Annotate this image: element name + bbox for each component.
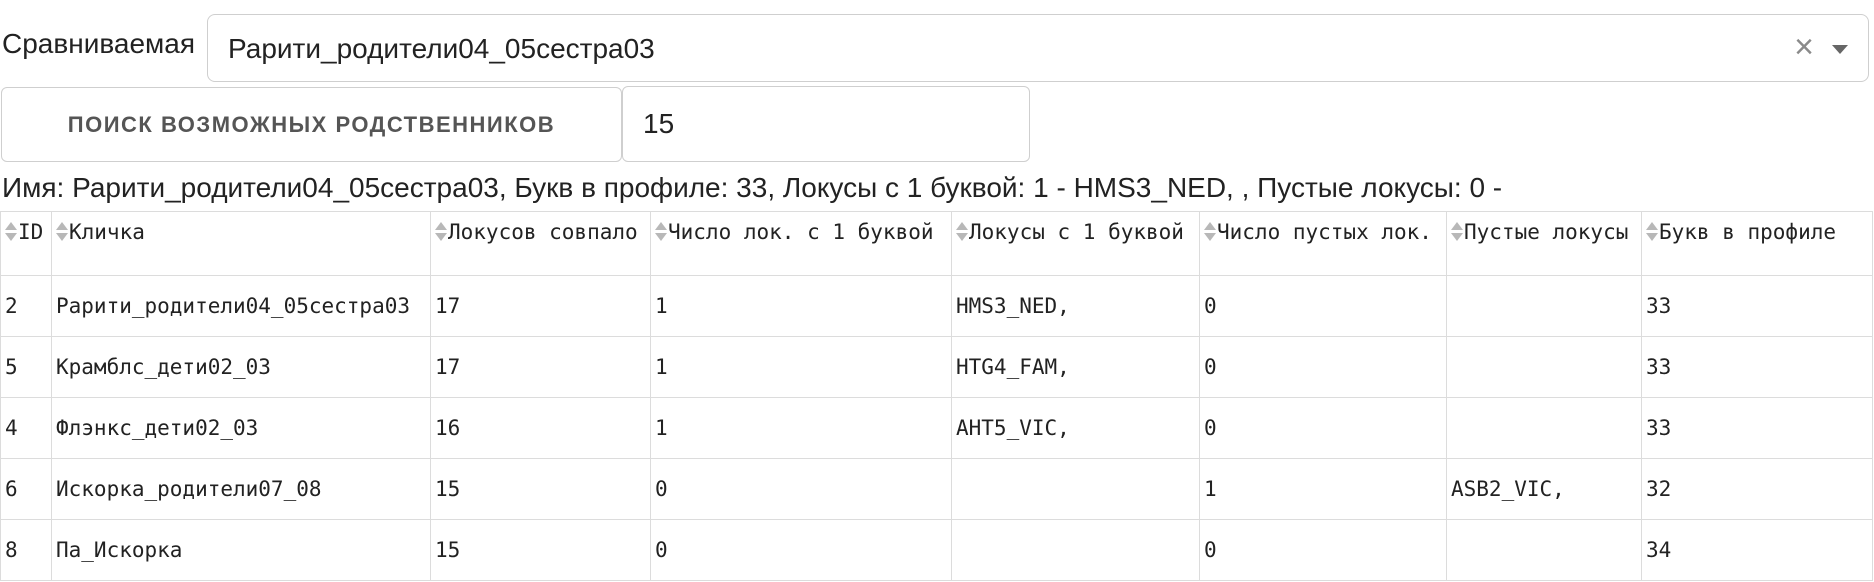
table-row[interactable]: 8 Па_Искорка 15 0 0 34 [0, 519, 1873, 581]
table-cell-letters-in-profile: 33 [1641, 275, 1873, 337]
table-cell-single-letter-loci: AHT5_VIC, [951, 397, 1200, 459]
clear-icon[interactable]: × [1794, 27, 1814, 67]
table-cell-matched-loci: 17 [430, 336, 651, 398]
table-cell-empty-loci [1446, 519, 1642, 581]
compare-label: Сравниваемая [2, 28, 196, 59]
compare-select[interactable]: Рарити_родители04_05сестра03 × [207, 14, 1869, 82]
column-header-single-letter-count[interactable]: Число лок. с 1 буквой [650, 211, 952, 276]
sort-icon[interactable] [1646, 222, 1658, 244]
column-header-label: Число лок. с 1 буквой [668, 220, 934, 244]
profile-summary: Имя: Рарити_родители04_05сестра03, Букв … [2, 172, 1503, 203]
table-cell-single-letter-count: 1 [650, 275, 952, 337]
column-header-label: Число пустых лок. [1217, 220, 1432, 244]
column-header-label: ID [18, 220, 44, 244]
table-cell-single-letter-loci: HTG4_FAM, [951, 336, 1200, 398]
column-header-label: Локусов совпало [448, 220, 638, 244]
table-cell-empty-count: 0 [1199, 397, 1447, 459]
table-cell-empty-loci [1446, 336, 1642, 398]
table-cell-empty-count: 1 [1199, 458, 1447, 520]
table-cell-name: Крамблс_дети02_03 [51, 336, 431, 398]
table-cell-matched-loci: 16 [430, 397, 651, 459]
table-cell-empty-count: 0 [1199, 336, 1447, 398]
table-cell-letters-in-profile: 32 [1641, 458, 1873, 520]
table-cell-empty-loci [1446, 397, 1642, 459]
column-header-label: Пустые локусы [1464, 220, 1629, 244]
table-cell-id: 4 [0, 397, 52, 459]
table-cell-id: 5 [0, 336, 52, 398]
results-table: ID Кличка Локусов совпало Число лок. с 1 бу… [0, 211, 1873, 581]
table-cell-name: Флэнкс_дети02_03 [51, 397, 431, 459]
sort-icon[interactable] [5, 222, 17, 244]
count-input[interactable] [622, 86, 1030, 162]
column-header-label: Локусы с 1 буквой [969, 220, 1184, 244]
table-cell-name: Искорка_родители07_08 [51, 458, 431, 520]
sort-icon[interactable] [655, 222, 667, 244]
table-cell-empty-count: 0 [1199, 519, 1447, 581]
table-cell-matched-loci: 15 [430, 519, 651, 581]
table-cell-id: 6 [0, 458, 52, 520]
table-header-row: ID Кличка Локусов совпало Число лок. с 1 бу… [0, 211, 1873, 276]
column-header-id[interactable]: ID [0, 211, 52, 276]
table-cell-matched-loci: 15 [430, 458, 651, 520]
sort-icon[interactable] [435, 222, 447, 244]
column-header-single-letter-loci[interactable]: Локусы с 1 буквой [951, 211, 1200, 276]
table-cell-single-letter-loci: HMS3_NED, [951, 275, 1200, 337]
column-header-empty-count[interactable]: Число пустых лок. [1199, 211, 1447, 276]
column-header-name[interactable]: Кличка [51, 211, 431, 276]
table-cell-letters-in-profile: 33 [1641, 397, 1873, 459]
sort-icon[interactable] [56, 222, 68, 244]
table-row[interactable]: 2 Рарити_родители04_05сестра03 17 1 HMS3_NED… [0, 275, 1873, 337]
table-cell-empty-loci [1446, 275, 1642, 337]
table-cell-matched-loci: 17 [430, 275, 651, 337]
table-cell-single-letter-count: 1 [650, 397, 952, 459]
table-cell-single-letter-count: 0 [650, 458, 952, 520]
table-cell-single-letter-loci [951, 519, 1200, 581]
sort-icon[interactable] [1451, 222, 1463, 244]
search-relatives-button[interactable]: ПОИСК ВОЗМОЖНЫХ РОДСТВЕННИКОВ [1, 87, 622, 162]
column-header-label: Кличка [69, 220, 145, 244]
table-cell-id: 2 [0, 275, 52, 337]
table-cell-empty-count: 0 [1199, 275, 1447, 337]
table-row[interactable]: 5 Крамблс_дети02_03 17 1 HTG4_FAM, 0 33 [0, 336, 1873, 398]
table-cell-name: Па_Искорка [51, 519, 431, 581]
table-row[interactable]: 6 Искорка_родители07_08 15 0 1 ASB2_VIC, 32 [0, 458, 1873, 520]
column-header-empty-loci[interactable]: Пустые локусы [1446, 211, 1642, 276]
compare-select-value: Рарити_родители04_05сестра03 [228, 33, 655, 64]
table-cell-letters-in-profile: 34 [1641, 519, 1873, 581]
table-row[interactable]: 4 Флэнкс_дети02_03 16 1 AHT5_VIC, 0 33 [0, 397, 1873, 459]
table-body: 2 Рарити_родители04_05сестра03 17 1 HMS3_NED… [0, 275, 1873, 581]
column-header-matched-loci[interactable]: Локусов совпало [430, 211, 651, 276]
table-cell-empty-loci: ASB2_VIC, [1446, 458, 1642, 520]
column-header-letters-in-profile[interactable]: Букв в профиле [1641, 211, 1873, 276]
table-cell-id: 8 [0, 519, 52, 581]
column-header-label: Букв в профиле [1659, 220, 1837, 244]
sort-icon[interactable] [956, 222, 968, 244]
sort-icon[interactable] [1204, 222, 1216, 244]
compare-select-row: Сравниваемая Рарити_родители04_05сестра0… [0, 12, 1872, 84]
chevron-down-icon[interactable] [1832, 45, 1848, 54]
table-cell-single-letter-loci [951, 458, 1200, 520]
table-cell-single-letter-count: 0 [650, 519, 952, 581]
table-cell-single-letter-count: 1 [650, 336, 952, 398]
table-cell-name: Рарити_родители04_05сестра03 [51, 275, 431, 337]
table-cell-letters-in-profile: 33 [1641, 336, 1873, 398]
